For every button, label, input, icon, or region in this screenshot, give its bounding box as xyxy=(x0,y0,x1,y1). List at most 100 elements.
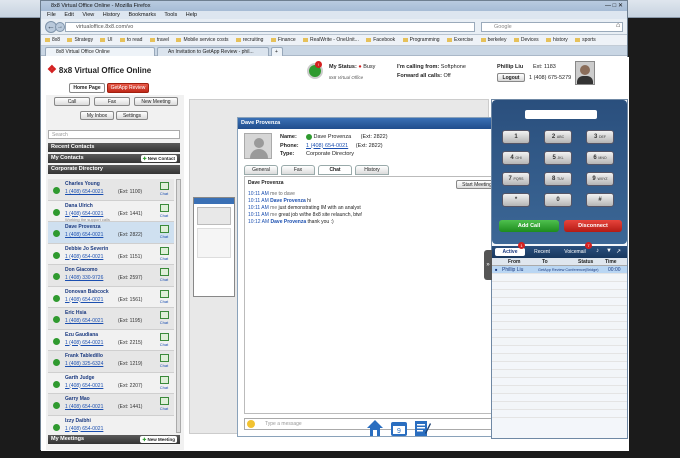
list-item[interactable]: Donovan Babcock 1 (408) 654-0021 (Ext: 156… xyxy=(48,287,174,308)
collapse-panel-icon[interactable]: » xyxy=(484,250,492,280)
tab-voicemail[interactable]: Voicemail xyxy=(558,248,592,256)
chat-icon[interactable]: Chat xyxy=(158,289,170,305)
home-icon[interactable] xyxy=(366,419,384,437)
bookmark-item[interactable]: Exercise xyxy=(447,37,473,43)
tab-history[interactable]: History xyxy=(355,165,389,175)
table-row[interactable]: ■ Phillip Liu GetApp Review Conference(B… xyxy=(492,266,627,274)
forward-value[interactable]: Off xyxy=(443,73,450,79)
dial-key-2[interactable]: 2 ABC xyxy=(544,130,572,144)
chat-icon[interactable]: Chat xyxy=(158,397,170,412)
list-item[interactable]: Dave Provenza 1 (408) 654-0021 (Ext: 2822)… xyxy=(48,222,174,244)
my-meetings-header[interactable]: My Meetings ✚ New Meeting xyxy=(48,435,180,444)
bookmark-item[interactable]: history xyxy=(546,37,568,43)
list-item[interactable]: Garth Judge 1 (408) 654-0021 (Ext: 2207) Ch… xyxy=(48,373,174,394)
menu-view[interactable]: View xyxy=(82,12,94,18)
bookmark-item[interactable]: Strategy xyxy=(67,37,93,43)
new-meeting-button[interactable]: New Meeting xyxy=(134,97,178,106)
new-tab-button[interactable]: + xyxy=(271,47,283,56)
tab-fax[interactable]: Fax xyxy=(281,165,315,175)
emoticon-icon[interactable] xyxy=(247,420,255,428)
my-contacts-header[interactable]: My Contacts ✚ New Contact xyxy=(48,154,180,163)
chat-icon[interactable]: Chat xyxy=(158,311,170,326)
bookmark-item[interactable]: Mobile service costs xyxy=(176,37,228,43)
notes-icon[interactable] xyxy=(413,419,432,437)
tab-active-calls[interactable]: Active xyxy=(495,248,525,256)
logout-button[interactable]: Logout xyxy=(497,73,525,82)
dial-display[interactable] xyxy=(525,110,597,119)
dial-key-7[interactable]: 7 PQRS xyxy=(502,172,530,186)
chat-icon[interactable]: Chat xyxy=(158,246,170,262)
bookmark-item[interactable]: Programming xyxy=(403,37,440,43)
list-item[interactable]: Ezu Gaudiana 1 (408) 654-0021 (Ext: 2215) C… xyxy=(48,330,174,351)
bookmark-item[interactable]: Facebook xyxy=(366,37,395,43)
contact-search-input[interactable]: Search xyxy=(48,130,180,139)
bookmark-item[interactable]: to read xyxy=(120,37,143,43)
bookmark-item[interactable]: sports xyxy=(575,37,596,43)
bookmark-item[interactable]: 8x8 xyxy=(45,37,60,43)
dial-key-4[interactable]: 4 GHI xyxy=(502,151,530,165)
tab-getapp[interactable]: An Invitation to GetApp Review - phil... xyxy=(157,47,269,56)
chat-icon[interactable]: Chat xyxy=(158,225,170,240)
my-status-value[interactable]: Busy xyxy=(363,64,375,70)
recent-contacts-header[interactable]: Recent Contacts xyxy=(48,143,180,152)
forward-icon[interactable]: → xyxy=(55,22,65,32)
chat-icon[interactable]: Chat xyxy=(158,203,170,219)
tab-home-page[interactable]: Home Page xyxy=(69,83,105,93)
expand-icon[interactable]: ↗ xyxy=(616,248,621,255)
list-item[interactable]: Garry Mao 1 (408) 654-0021 (Ext: 1441) Chat xyxy=(48,394,174,416)
fax-button[interactable]: Fax xyxy=(94,97,130,106)
list-item[interactable]: Charles Young 1 (408) 654-0021 (Ext: 1100)… xyxy=(48,179,174,201)
dial-key-star[interactable]: * xyxy=(502,193,530,207)
new-contact-button[interactable]: ✚ New Contact xyxy=(140,155,177,162)
call-button[interactable]: Call xyxy=(54,97,90,106)
corporate-directory-header[interactable]: Corporate Directory xyxy=(48,165,180,174)
calling-from-value[interactable]: Softphone xyxy=(441,64,466,70)
tab-general[interactable]: General xyxy=(244,165,278,175)
bookmark-item[interactable]: travel xyxy=(150,37,169,43)
dial-key-6[interactable]: 6 MNO xyxy=(586,151,614,165)
dial-key-3[interactable]: 3 DEF xyxy=(586,130,614,144)
my-inbox-button[interactable]: My Inbox xyxy=(80,111,114,120)
url-field[interactable]: virtualoffice.8x8.com/vo xyxy=(65,22,475,32)
menu-tools[interactable]: Tools xyxy=(164,12,177,18)
menu-help[interactable]: Help xyxy=(186,12,197,18)
home-icon[interactable]: ⌂ xyxy=(616,22,620,29)
search-input[interactable]: Google xyxy=(481,22,623,32)
menu-bookmarks[interactable]: Bookmarks xyxy=(128,12,156,18)
dial-key-0[interactable]: 0 xyxy=(544,193,572,207)
menu-history[interactable]: History xyxy=(103,12,120,18)
disconnect-button[interactable]: Disconnect xyxy=(564,220,622,232)
add-call-button[interactable]: Add Call xyxy=(499,220,559,232)
list-item[interactable]: Don Giacomo 1 (408) 330-9726 (Ext: 2597) Ch… xyxy=(48,265,174,287)
list-item[interactable]: Eric Hsia 1 (408) 654-0021 (Ext: 1195) Chat xyxy=(48,308,174,330)
tab-8x8[interactable]: 8x8 Virtual Office Online xyxy=(45,47,155,56)
list-item[interactable]: Dana Ulrich 1 (408) 654-0021 (Ext: 1441) Wo… xyxy=(48,201,174,222)
bookmark-item[interactable]: Finance xyxy=(271,37,296,43)
chat-icon[interactable]: Chat xyxy=(158,354,170,369)
bookmark-item[interactable]: UI xyxy=(100,37,112,43)
contact-phone-link[interactable]: 1 (408) 654-0021 xyxy=(306,143,348,149)
dial-key-1[interactable]: 1 xyxy=(502,130,530,144)
calendar-icon[interactable]: 9 xyxy=(390,419,408,437)
window-controls[interactable]: — □ ✕ xyxy=(605,1,623,11)
chat-icon[interactable]: Chat xyxy=(158,375,170,391)
chat-icon[interactable]: Chat xyxy=(158,332,170,348)
new-meeting-link[interactable]: ✚ New Meeting xyxy=(140,436,177,443)
minimized-window[interactable] xyxy=(193,197,235,297)
dial-key-9[interactable]: 9 WXYZ xyxy=(586,172,614,186)
dial-key-hash[interactable]: # xyxy=(586,193,614,207)
list-item[interactable]: Frank Tabledillo 1 (408) 325-6324 (Ext: 12… xyxy=(48,351,174,373)
bookmark-item[interactable]: recruiting xyxy=(236,37,264,43)
menu-file[interactable]: File xyxy=(47,12,56,18)
dial-key-5[interactable]: 5 JKL xyxy=(544,151,572,165)
tab-getapp-review[interactable]: GetApp Review xyxy=(107,83,149,93)
bookmark-item[interactable]: RealWrite - OneUnit... xyxy=(303,37,359,43)
mic-icon[interactable]: ▼ xyxy=(606,248,612,254)
chat-icon[interactable]: Chat xyxy=(158,268,170,283)
bookmark-item[interactable]: berkeley xyxy=(481,37,507,43)
contact-list-scrollbar[interactable] xyxy=(176,179,181,433)
list-item[interactable]: Izzy Daibhi 1 (408) 654-0021 xyxy=(48,416,174,434)
bookmark-item[interactable]: Devices xyxy=(514,37,539,43)
tab-recent-calls[interactable]: Recent xyxy=(528,248,556,256)
list-item[interactable]: Debbie Jo Severin 1 (408) 654-0021 (Ext: 1… xyxy=(48,244,174,265)
